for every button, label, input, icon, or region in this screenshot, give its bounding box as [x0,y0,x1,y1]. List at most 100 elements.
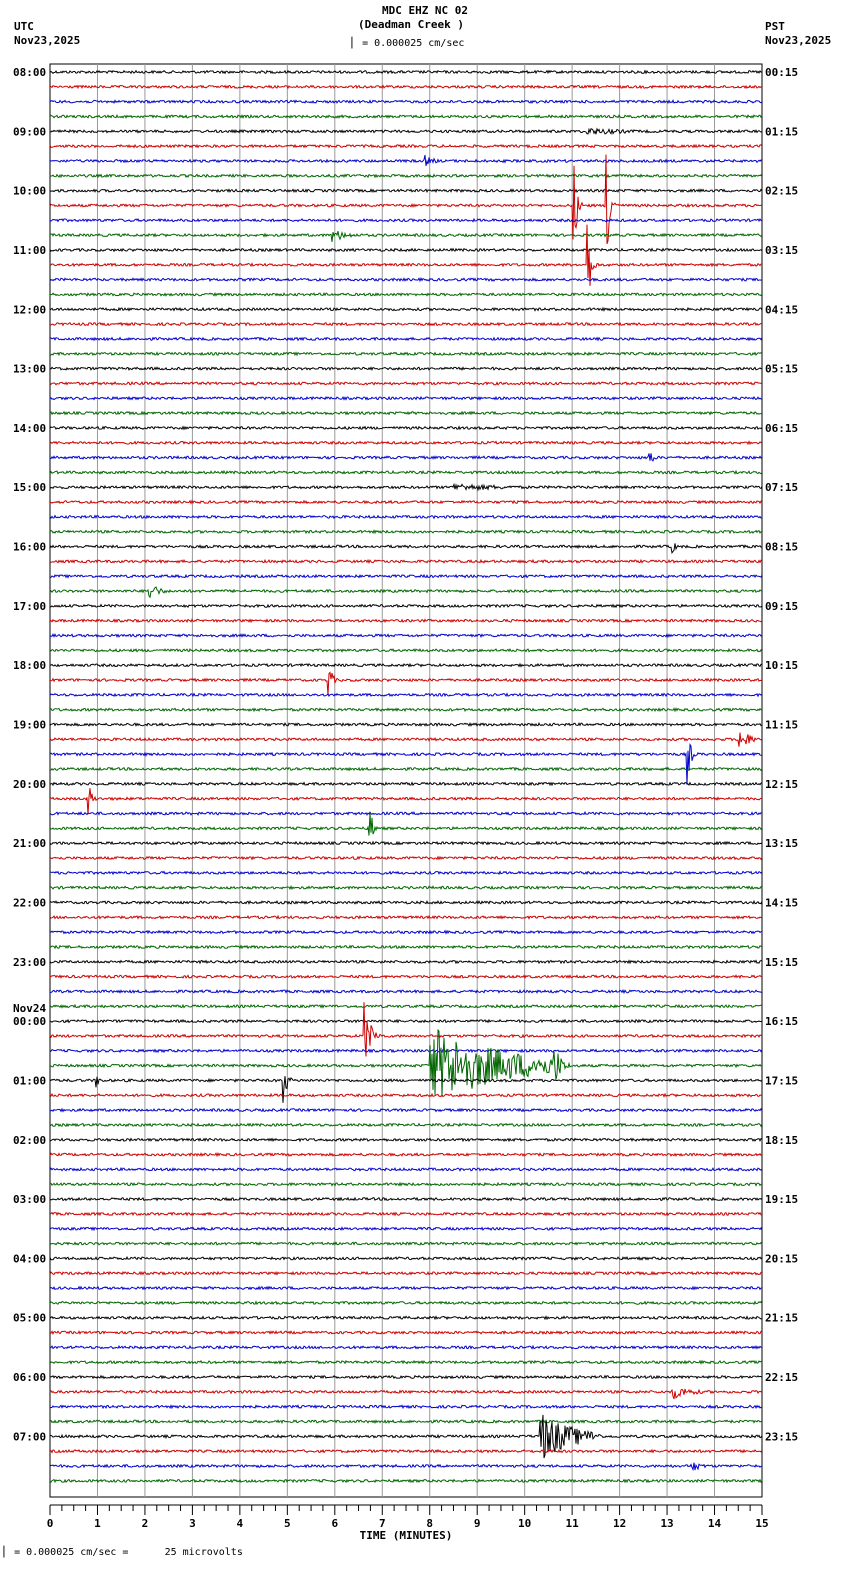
seismic-trace [49,1003,763,1009]
seismic-trace [49,1388,763,1400]
seismic-trace [49,1462,763,1472]
utc-hour-label: 08:00 [13,66,46,79]
seismic-trace [49,1018,763,1024]
seismic-trace [49,1166,763,1172]
utc-hour-label: 04:00 [13,1252,46,1265]
utc-hour-label: 07:00 [13,1430,46,1443]
seismic-trace [49,671,763,695]
pst-hour-label: 09:15 [765,600,798,613]
seismic-trace [49,1315,763,1321]
seismic-trace [49,1478,763,1484]
x-tick-label: 12 [613,1517,626,1530]
seismic-trace [49,395,763,401]
seismic-trace [49,154,763,245]
seismic-trace [49,721,763,727]
pst-hour-label: 15:15 [765,956,798,969]
seismic-trace [49,558,763,565]
utc-hour-label: 01:00 [13,1074,46,1087]
seismic-trace [49,306,763,312]
seismic-trace [49,1181,763,1187]
seismic-trace [49,514,763,520]
seismic-trace [49,1270,763,1276]
seismic-trace [49,113,763,120]
seismic-trace [49,69,763,75]
seismic-trace [49,988,763,995]
seismic-trace [49,366,763,372]
utc-hour-label: 10:00 [13,185,46,198]
pst-hour-label: 17:15 [765,1074,798,1087]
seismic-trace [49,742,763,785]
pst-hour-label: 12:15 [765,778,798,791]
seismic-trace [49,1374,763,1380]
seismic-trace [49,914,763,920]
pst-hour-label: 06:15 [765,422,798,435]
x-tick-label: 3 [189,1517,196,1530]
seismic-trace [49,277,763,283]
x-tick-label: 9 [474,1517,481,1530]
seismic-trace [49,99,763,104]
utc-hour-label: 00:00 [13,1015,46,1028]
seismic-trace [49,766,763,772]
seismic-trace [49,336,763,342]
utc-hour-label: 22:00 [13,896,46,909]
utc-hour-label: 16:00 [13,541,46,554]
seismic-trace [49,1122,763,1128]
seismic-trace [49,217,763,223]
utc-hour-label: 14:00 [13,422,46,435]
seismic-trace [49,812,763,836]
seismic-trace [49,855,763,861]
x-tick-label: 1 [94,1517,101,1530]
pst-hour-label: 14:15 [765,896,798,909]
utc-hour-label: 21:00 [13,837,46,850]
seismic-trace [49,1196,763,1202]
pst-hour-label: 16:15 [765,1015,798,1028]
utc-hour-label: 18:00 [13,659,46,672]
seismic-trace [49,974,763,980]
seismic-trace [49,425,763,431]
pst-hour-label: 11:15 [765,719,798,732]
utc-hour-label: 12:00 [13,303,46,316]
seismic-trace [49,732,763,747]
pst-hour-label: 02:15 [765,185,798,198]
pst-hour-label: 21:15 [765,1312,798,1325]
x-tick-label: 2 [142,1517,149,1530]
seismic-trace [49,1002,763,1057]
seismic-trace [49,482,763,492]
seismic-trace [49,811,763,816]
seismic-trace [49,453,763,462]
utc-hour-label: 05:00 [13,1312,46,1325]
pst-hour-label: 13:15 [765,837,798,850]
x-tick-label: 5 [284,1517,291,1530]
x-tick-label: 4 [237,1517,244,1530]
pst-hour-label: 18:15 [765,1134,798,1147]
seismic-trace [49,1448,763,1454]
seismic-trace [50,230,763,242]
x-tick-label: 0 [47,1517,54,1530]
pst-hour-label: 19:15 [765,1193,798,1206]
seismic-trace [49,410,763,416]
utc-hour-label: 02:00 [13,1134,46,1147]
seismic-trace [49,1285,763,1291]
seismic-trace [49,1404,762,1410]
x-tick-label: 15 [755,1517,768,1530]
pst-hour-label: 08:15 [765,541,798,554]
utc-hour-label: 15:00 [13,481,46,494]
seismic-trace [49,127,763,135]
seismic-trace [49,247,763,253]
seismic-trace [49,632,763,639]
seismic-trace [49,788,763,815]
utc-hour-label: 13:00 [13,363,46,376]
seismic-trace [49,1048,763,1054]
utc-hour-label: 11:00 [13,244,46,257]
seismic-trace [49,351,763,357]
seismic-trace [49,1028,763,1097]
seismic-trace [49,543,763,555]
utc-hour-label: 03:00 [13,1193,46,1206]
seismic-trace [49,944,763,950]
seismic-trace [49,529,763,535]
utc-hour-label: 19:00 [13,719,46,732]
seismic-trace [50,292,763,297]
pst-hour-label: 22:15 [765,1371,798,1384]
seismic-trace [49,154,763,167]
seismic-trace [49,1255,763,1261]
